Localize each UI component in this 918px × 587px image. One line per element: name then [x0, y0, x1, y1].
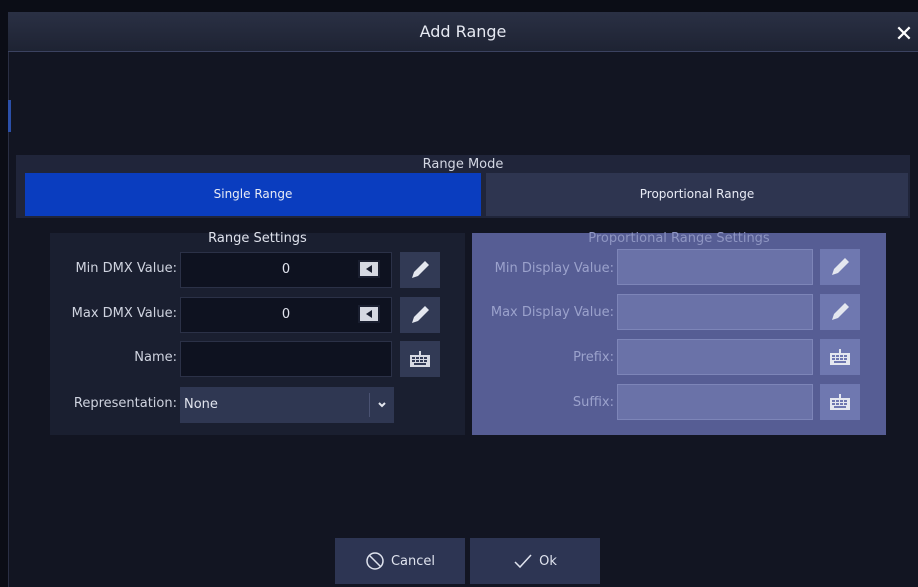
min-display-field[interactable] [617, 249, 813, 285]
prefix-label: Prefix: [573, 350, 614, 365]
range-settings-panel: Range Settings Min DMX Value: 0 Max DMX … [50, 231, 465, 435]
representation-dropdown[interactable] [369, 393, 394, 417]
close-icon: ✕ [894, 21, 914, 47]
left-accent [8, 100, 11, 132]
cancel-label: Cancel [390, 553, 436, 569]
backspace-icon [366, 265, 372, 273]
min-dmx-backspace-button[interactable] [358, 260, 380, 278]
max-dmx-backspace-button[interactable] [358, 305, 380, 323]
name-keyboard-button[interactable] [400, 341, 440, 377]
dialog-title: Add Range [419, 22, 507, 41]
suffix-label: Suffix: [572, 395, 614, 410]
prefix-field[interactable] [617, 339, 813, 375]
representation-label: Representation: [73, 396, 177, 411]
suffix-keyboard-button[interactable] [820, 384, 860, 420]
proportional-range-button[interactable]: Proportional Range [486, 173, 908, 216]
prefix-keyboard-button[interactable] [820, 339, 860, 375]
min-display-edit-button[interactable] [820, 249, 860, 285]
dialog-titlebar: Add Range ✕ [8, 12, 918, 52]
cancel-icon [366, 552, 384, 570]
ok-button[interactable]: Ok [470, 538, 600, 584]
range-settings-title: Range Settings [208, 231, 307, 246]
max-dmx-label: Max DMX Value: [71, 306, 177, 321]
pencil-icon [832, 303, 849, 320]
max-dmx-edit-button[interactable] [400, 297, 440, 333]
ok-label: Ok [539, 553, 557, 569]
single-range-button[interactable]: Single Range [25, 173, 481, 216]
min-display-label: Min Display Value: [494, 261, 614, 276]
backspace-icon [366, 310, 372, 318]
representation-select[interactable]: None [180, 387, 394, 423]
pencil-icon [412, 261, 429, 278]
min-dmx-label: Min DMX Value: [75, 261, 177, 276]
pencil-icon [412, 306, 429, 323]
min-dmx-edit-button[interactable] [400, 252, 440, 288]
check-icon [514, 554, 532, 569]
representation-value: None [184, 397, 218, 412]
proportional-settings-panel: Proportional Range Settings Min Display … [472, 231, 886, 435]
name-label: Name: [134, 350, 177, 365]
proportional-settings-title: Proportional Range Settings [588, 231, 770, 246]
name-field[interactable] [180, 341, 392, 377]
pencil-icon [832, 258, 849, 275]
keyboard-icon [830, 394, 850, 410]
max-display-field[interactable] [617, 294, 813, 330]
close-button[interactable]: ✕ [890, 20, 918, 48]
chevron-down-icon [378, 402, 386, 408]
keyboard-icon [410, 351, 430, 367]
suffix-field[interactable] [617, 384, 813, 420]
cancel-button[interactable]: Cancel [335, 538, 465, 584]
max-display-edit-button[interactable] [820, 294, 860, 330]
keyboard-icon [830, 349, 850, 365]
max-display-label: Max Display Value: [490, 305, 614, 320]
range-mode-label: Range Mode [422, 157, 504, 172]
range-mode-bar: Range Mode Single Range Proportional Ran… [16, 155, 910, 218]
